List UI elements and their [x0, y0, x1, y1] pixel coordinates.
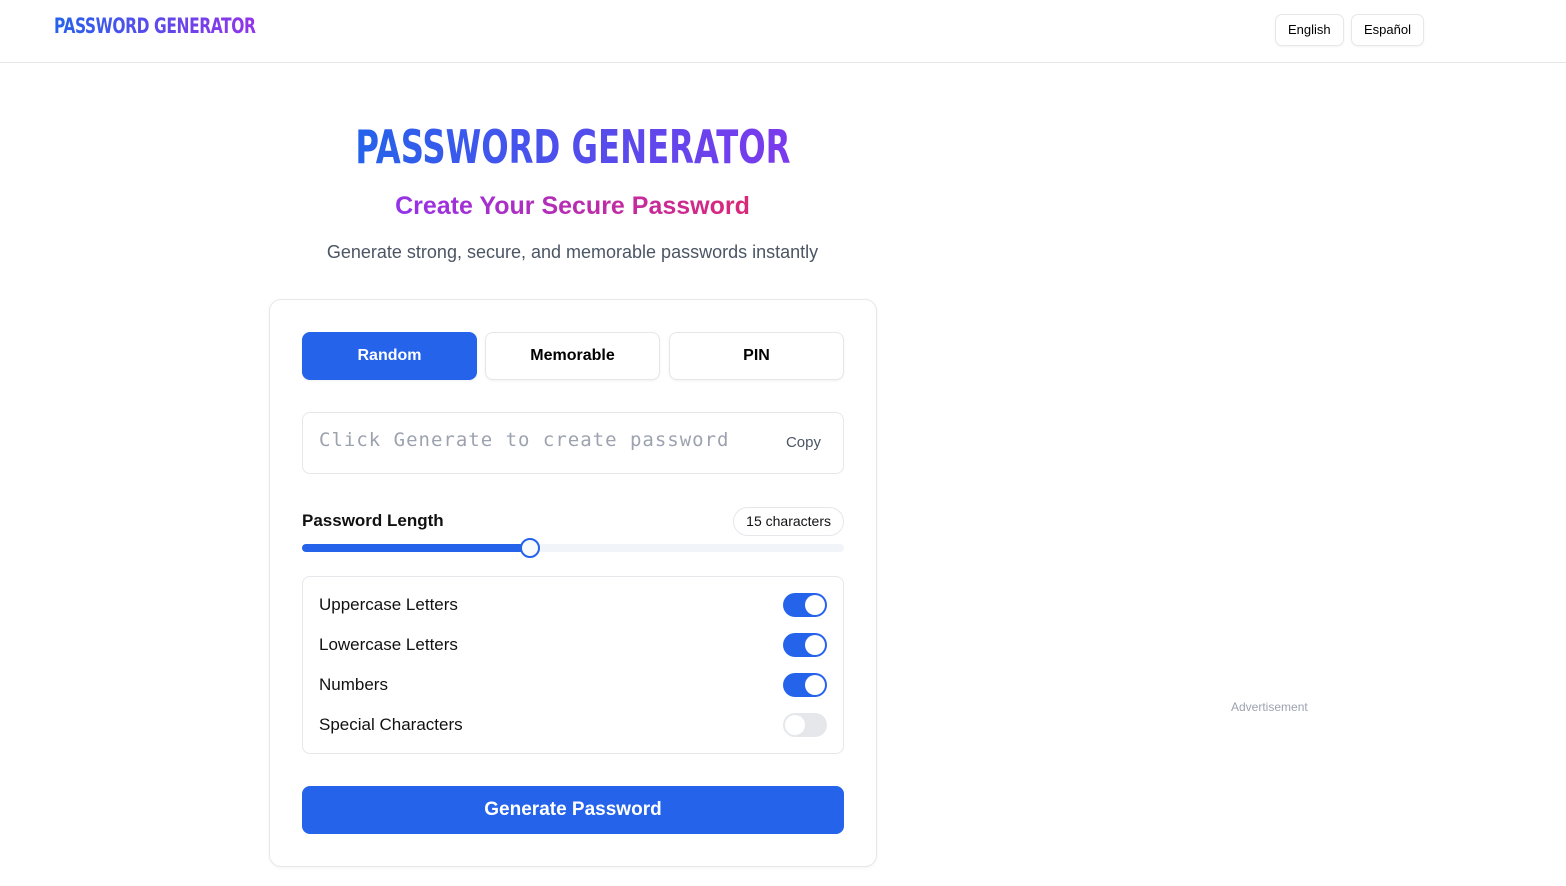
subtitle-text: Create Your Secure Password [395, 192, 750, 220]
password-field[interactable] [319, 429, 759, 451]
generate-password-button[interactable]: Generate Password [302, 786, 844, 834]
length-badge: 15 characters [733, 507, 844, 536]
numbers-toggle[interactable] [783, 673, 827, 697]
tab-random[interactable]: Random [302, 332, 477, 380]
length-slider[interactable] [302, 538, 844, 558]
copy-button[interactable]: Copy [786, 434, 821, 451]
subtitle: Create Your Secure Password [0, 192, 1145, 221]
lowercase-toggle[interactable] [783, 633, 827, 657]
option-label: Uppercase Letters [319, 595, 458, 614]
special-toggle[interactable] [783, 713, 827, 737]
header: PASSWORD GENERATOR English Español [0, 0, 1566, 63]
page-title-text: PASSWORD GENERATOR [354, 120, 791, 174]
option-numbers: Numbers [319, 673, 827, 697]
language-spanish-button[interactable]: Español [1351, 14, 1424, 46]
toggle-knob [805, 635, 825, 655]
option-lowercase: Lowercase Letters [319, 633, 827, 657]
option-label: Lowercase Letters [319, 635, 458, 654]
slider-thumb[interactable] [519, 538, 540, 558]
toggle-knob [805, 675, 825, 695]
password-length-label: Password Length [302, 511, 444, 530]
language-english-button[interactable]: English [1275, 14, 1344, 46]
password-output: Copy [302, 412, 844, 474]
option-label: Numbers [319, 675, 388, 694]
option-uppercase: Uppercase Letters [319, 593, 827, 617]
option-label: Special Characters [319, 715, 463, 734]
uppercase-toggle[interactable] [783, 593, 827, 617]
page-title: PASSWORD GENERATOR [0, 120, 1145, 174]
advertisement-label: Advertisement [1231, 700, 1308, 714]
logo[interactable]: PASSWORD GENERATOR [54, 14, 256, 38]
tab-pin[interactable]: PIN [669, 332, 844, 380]
option-special: Special Characters [319, 713, 827, 737]
generator-card: Random Memorable PIN Copy Password Lengt… [269, 299, 877, 867]
description: Generate strong, secure, and memorable p… [326, 242, 819, 262]
options-panel: Uppercase Letters Lowercase Letters Numb… [302, 576, 844, 754]
slider-fill [302, 544, 530, 552]
tab-memorable[interactable]: Memorable [485, 332, 660, 380]
toggle-knob [785, 715, 805, 735]
toggle-knob [805, 595, 825, 615]
